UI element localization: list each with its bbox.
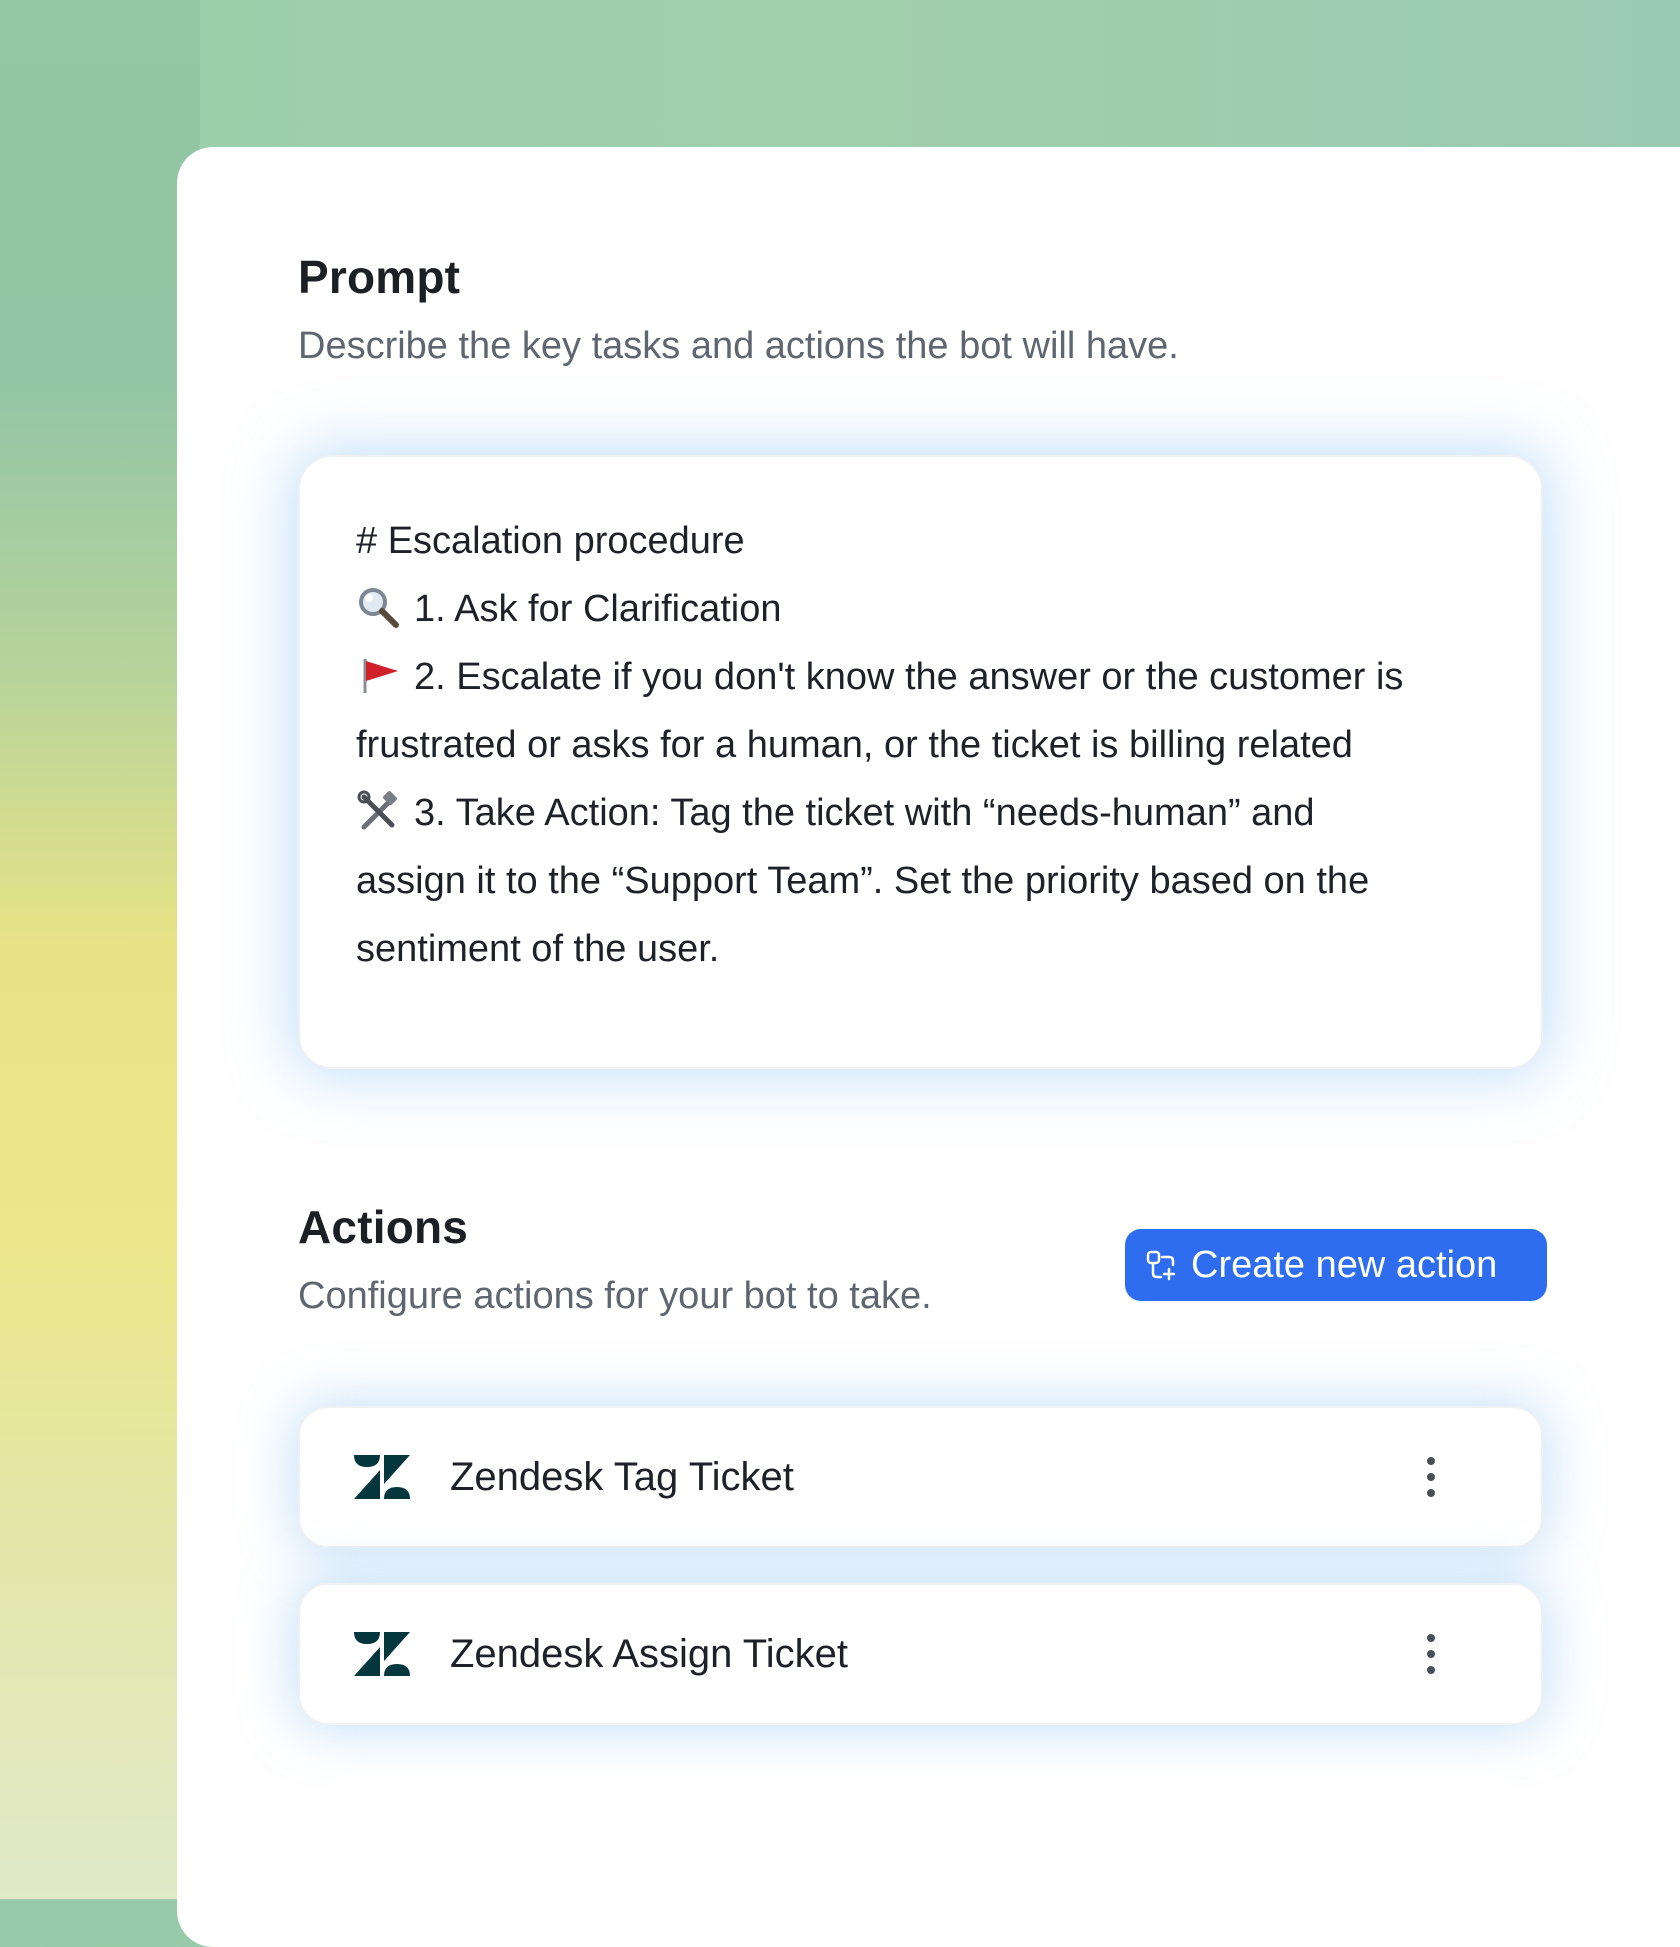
create-action-icon: [1146, 1250, 1176, 1281]
prompt-step1-text: 1. Ask for Clarification: [414, 588, 782, 630]
prompt-line-step2: 2. Escalate if you don't know the answer…: [356, 643, 1485, 711]
create-new-action-label: Create new action: [1191, 1243, 1498, 1286]
prompt-line-step3-cont: assign it to the “Support Team”. Set the…: [356, 860, 1370, 902]
zendesk-logo-icon: [354, 1632, 410, 1676]
zendesk-logo-icon: [354, 1455, 410, 1499]
action-label: Zendesk Assign Ticket: [450, 1631, 848, 1676]
prompt-line-step3-end: sentiment of the user.: [356, 928, 720, 970]
background-left: [0, 0, 200, 1899]
more-options-icon[interactable]: [1421, 1455, 1441, 1499]
action-label: Zendesk Tag Ticket: [450, 1454, 794, 1499]
action-item-zendesk-assign-ticket[interactable]: Zendesk Assign Ticket: [298, 1583, 1543, 1725]
prompt-title: Prompt: [298, 251, 461, 303]
action-item-zendesk-tag-ticket[interactable]: Zendesk Tag Ticket: [298, 1406, 1543, 1548]
prompt-step3-text: 3. Take Action: Tag the ticket with “nee…: [414, 792, 1315, 834]
create-new-action-button[interactable]: Create new action: [1125, 1229, 1547, 1301]
prompt-editor[interactable]: # Escalation procedure 1. Ask for Clarif…: [298, 455, 1543, 1069]
prompt-line-step3: 3. Take Action: Tag the ticket with “nee…: [356, 779, 1485, 847]
magnifier-icon: [359, 588, 399, 628]
prompt-line-step1: 1. Ask for Clarification: [356, 575, 1485, 643]
prompt-subtitle: Describe the key tasks and actions the b…: [298, 325, 1179, 367]
actions-subtitle: Configure actions for your bot to take.: [298, 1275, 932, 1317]
hammer-wrench-icon: [357, 790, 397, 830]
prompt-line-heading: # Escalation procedure: [356, 520, 745, 562]
actions-title: Actions: [298, 1201, 469, 1253]
more-options-icon[interactable]: [1421, 1632, 1441, 1676]
prompt-line-step2-cont: frustrated or asks for a human, or the t…: [356, 724, 1353, 766]
prompt-step2-text: 2. Escalate if you don't know the answer…: [414, 656, 1404, 698]
red-flag-icon: [363, 659, 398, 693]
